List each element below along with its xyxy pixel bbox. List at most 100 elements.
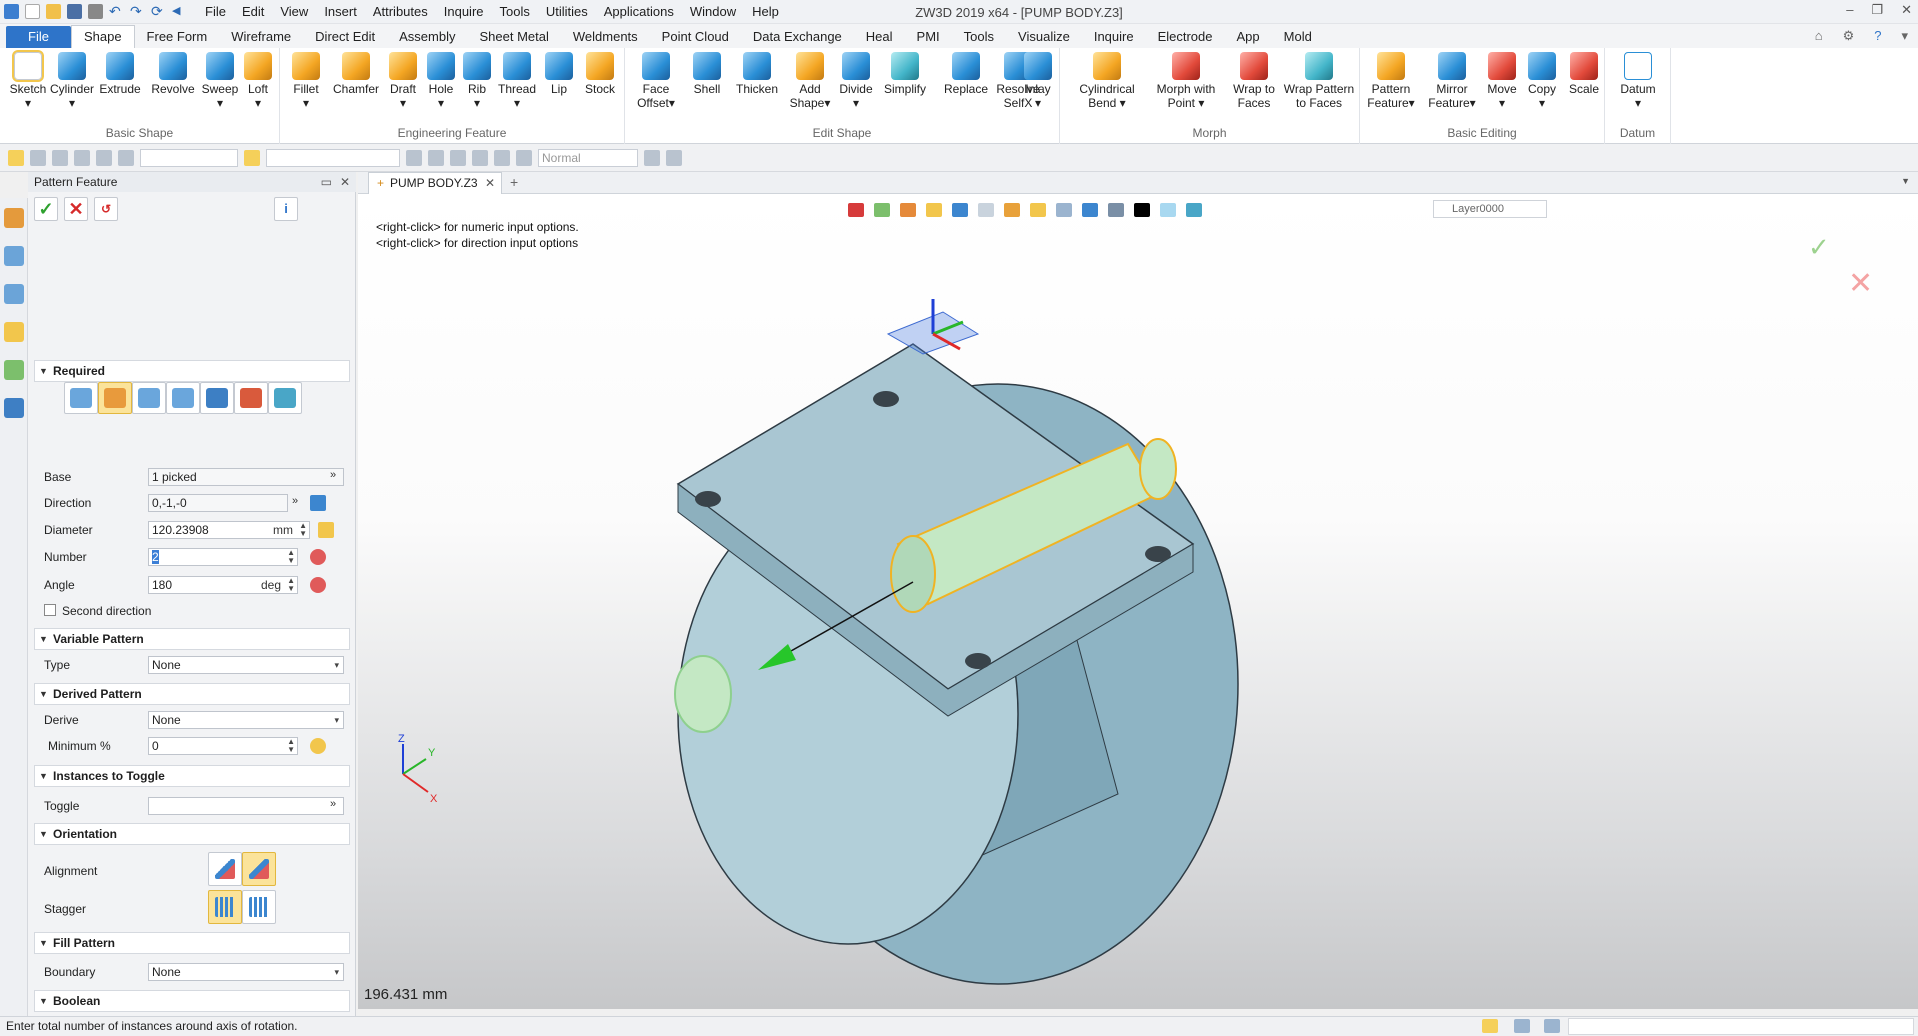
save-icon[interactable] xyxy=(67,4,82,19)
pick-arrow-icon[interactable] xyxy=(8,149,24,166)
pattern-polygon-button[interactable] xyxy=(132,382,166,414)
stack-icon[interactable] xyxy=(450,149,466,166)
menu-insert[interactable]: Insert xyxy=(316,0,365,24)
section-variable-pattern[interactable]: Variable Pattern xyxy=(34,628,350,650)
derive-dropdown[interactable]: None ▾ xyxy=(148,711,344,729)
cursor-icon[interactable] xyxy=(644,149,660,166)
stagger-option-1[interactable] xyxy=(208,890,242,924)
grid-pick-icon[interactable] xyxy=(74,149,90,166)
back-arrow-icon[interactable]: ◀ xyxy=(172,4,187,19)
section-required[interactable]: Required xyxy=(34,360,350,382)
direction-field[interactable]: 0,-1,-0 xyxy=(148,494,288,512)
minus-icon[interactable] xyxy=(52,149,68,166)
section-instances-to-toggle[interactable]: Instances to Toggle xyxy=(34,765,350,787)
status-list-icon[interactable] xyxy=(1544,1019,1560,1033)
highlight-filter-icon[interactable] xyxy=(244,149,260,166)
expand-direction-icon[interactable]: » xyxy=(292,495,298,507)
datum-button[interactable]: Datum ▾ xyxy=(1613,52,1663,110)
collapse-ribbon-icon[interactable]: ▾ xyxy=(1901,28,1908,44)
menu-inquire[interactable]: Inquire xyxy=(436,0,492,24)
menu-applications[interactable]: Applications xyxy=(596,0,682,24)
copy-button[interactable]: Copy ▾ xyxy=(1522,52,1562,110)
minimum-field[interactable]: 0 ▲ ▼ xyxy=(148,737,298,755)
section-boolean[interactable]: Boolean xyxy=(34,990,350,1012)
apply-button[interactable]: ↺ xyxy=(94,197,118,221)
tab-app[interactable]: App xyxy=(1225,26,1272,48)
filter-dropdown[interactable] xyxy=(140,148,238,167)
close-panel-icon[interactable]: ✕ xyxy=(340,172,350,192)
menu-attributes[interactable]: Attributes xyxy=(365,0,436,24)
restore-icon[interactable]: ❐ xyxy=(1871,2,1883,18)
pin-icon[interactable] xyxy=(494,149,510,166)
diameter-field[interactable]: 120.23908 mm ▲ ▼ xyxy=(148,521,310,539)
base-field[interactable]: 1 picked xyxy=(148,468,344,486)
number-field[interactable]: 2 ▲ ▼ xyxy=(148,548,298,566)
document-tab[interactable]: + PUMP BODY.Z3 ✕ xyxy=(368,172,502,194)
help-icon[interactable]: ? xyxy=(1874,28,1881,44)
expand-base-icon[interactable]: » xyxy=(330,469,336,481)
fillet-button[interactable]: Fillet ▾ xyxy=(284,52,328,110)
close-icon[interactable]: ✕ xyxy=(1901,2,1912,18)
sketch-button[interactable]: Sketch ▾ xyxy=(6,50,50,110)
minimize-icon[interactable]: – xyxy=(1846,2,1853,18)
morph-with-point-button[interactable]: Morph with Point ▾ xyxy=(1144,52,1228,110)
angle-option-icon[interactable] xyxy=(310,577,326,593)
number-spinner[interactable]: ▲ ▼ xyxy=(287,549,295,565)
tab-shape[interactable]: Shape xyxy=(70,25,135,48)
menu-window[interactable]: Window xyxy=(682,0,744,24)
scale-button[interactable]: Scale xyxy=(1564,52,1604,96)
pin-panel-icon[interactable]: ▭ xyxy=(321,172,332,192)
pattern-curve-button[interactable] xyxy=(234,382,268,414)
simplify-button[interactable]: Simplify xyxy=(877,52,933,96)
section-derived-pattern[interactable]: Derived Pattern xyxy=(34,683,350,705)
tab-sheet-metal[interactable]: Sheet Metal xyxy=(468,26,561,48)
new-file-icon[interactable] xyxy=(25,4,40,19)
angle-spinner[interactable]: ▲ ▼ xyxy=(287,577,295,593)
shell-button[interactable]: Shell xyxy=(685,52,729,96)
cylinder-button[interactable]: Cylinder ▾ xyxy=(50,52,94,110)
ok-button[interactable]: ✓ xyxy=(34,197,58,221)
open-folder-icon[interactable] xyxy=(46,4,61,19)
pattern-point-button[interactable] xyxy=(166,382,200,414)
info-button[interactable]: i xyxy=(274,197,298,221)
menu-file[interactable]: File xyxy=(197,0,234,24)
snap-icon[interactable] xyxy=(516,149,532,166)
alignment-option-2[interactable] xyxy=(242,852,276,886)
refresh-icon[interactable]: ⟳ xyxy=(151,4,166,19)
toggle-field[interactable] xyxy=(148,797,344,815)
minimum-spinner[interactable]: ▲ ▼ xyxy=(287,738,295,754)
status-input-box[interactable] xyxy=(1568,1018,1914,1035)
tab-electrode[interactable]: Electrode xyxy=(1146,26,1225,48)
align-icon[interactable] xyxy=(406,149,422,166)
mirror-feature-button[interactable]: Mirror Feature▾ xyxy=(1424,52,1480,110)
type-dropdown[interactable] xyxy=(266,148,400,167)
tab-visualize[interactable]: Visualize xyxy=(1006,26,1082,48)
pattern-linear-button[interactable] xyxy=(64,382,98,414)
number-option-icon[interactable] xyxy=(310,549,326,565)
divide-button[interactable]: Divide ▾ xyxy=(835,52,877,110)
tab-mold[interactable]: Mold xyxy=(1272,26,1324,48)
pattern-feature-button[interactable]: Pattern Feature▾ xyxy=(1360,52,1422,110)
user-icon[interactable] xyxy=(4,398,24,418)
shape-pick-icon[interactable] xyxy=(96,149,112,166)
app-logo-icon[interactable] xyxy=(4,4,19,19)
history-manager-icon[interactable] xyxy=(4,208,24,228)
menu-help[interactable]: Help xyxy=(744,0,787,24)
tab-heal[interactable]: Heal xyxy=(854,26,905,48)
settings-icon[interactable]: ⚙ xyxy=(1843,28,1855,44)
view-manager-icon[interactable] xyxy=(4,360,24,380)
tab-pmi[interactable]: PMI xyxy=(905,26,952,48)
inlay-button[interactable]: Inlay ▾ xyxy=(1020,52,1056,110)
new-tab-icon[interactable]: + xyxy=(510,174,518,190)
undo-icon[interactable]: ↶ xyxy=(109,4,124,19)
cylindrical-bend-button[interactable]: Cylindrical Bend ▾ xyxy=(1072,52,1142,110)
type-dropdown[interactable]: None ▾ xyxy=(148,656,344,674)
diameter-spinner[interactable]: ▲ ▼ xyxy=(299,522,307,538)
direction-picker-icon[interactable] xyxy=(310,495,326,511)
add-shape-button[interactable]: Add Shape▾ xyxy=(787,52,833,110)
tab-menu-icon[interactable]: ▼ xyxy=(1901,176,1910,186)
mode-dropdown[interactable]: Normal xyxy=(538,148,638,167)
angle-field[interactable]: 180 deg ▲ ▼ xyxy=(148,576,298,594)
tab-weldments[interactable]: Weldments xyxy=(561,26,650,48)
pattern-array-button[interactable] xyxy=(200,382,234,414)
